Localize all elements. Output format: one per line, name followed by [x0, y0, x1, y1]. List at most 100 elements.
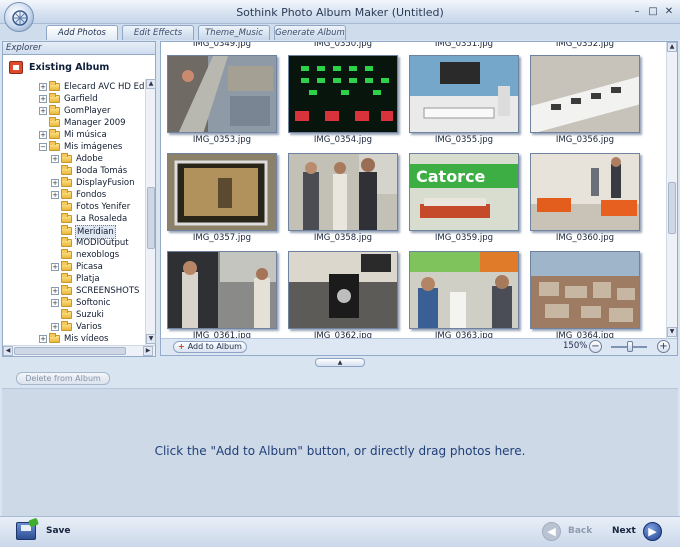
expander-icon[interactable]: + [39, 95, 47, 103]
tree-scroll-thumb[interactable] [147, 187, 155, 249]
zoom-in-icon[interactable]: + [657, 340, 670, 353]
folder-tree: + Elecard AVC HD Edito + Garfield + GomPlayer… [3, 79, 145, 345]
album-drop-area[interactable]: Click the "Add to Album" button, or dire… [2, 388, 678, 516]
close-icon[interactable]: ✕ [662, 5, 676, 18]
splitter-collapse-icon[interactable]: ▲ [315, 358, 365, 367]
expander-icon[interactable]: + [39, 107, 47, 115]
space-invaders-arcade-photo[interactable] [288, 55, 398, 133]
tree-node-label: MODIOutput [76, 238, 129, 248]
add-to-album-button[interactable]: + Add to Album [173, 341, 247, 353]
tree-node-label: Elecard AVC HD Edito [64, 82, 145, 92]
album-icon [9, 61, 23, 74]
folder-icon [49, 141, 60, 151]
tree-node-label: Boda Tomás [76, 166, 128, 176]
photo-label: IMG_0353.jpg [192, 135, 252, 145]
aerial-city-photo[interactable] [167, 55, 277, 133]
tree-node-label: Suzuki [76, 310, 104, 320]
tree-node-label: Mis imágenes [64, 142, 123, 152]
monitor-screen-photo[interactable] [167, 153, 277, 231]
photo-label: IMG_0356.jpg [555, 135, 615, 145]
expander-icon[interactable]: + [39, 335, 47, 343]
tree-node-label: SCREENSHOTS [76, 286, 140, 296]
scroll-down-icon[interactable]: ▼ [146, 334, 156, 344]
tree-node-label: Garfield [64, 94, 98, 104]
scroll-left-icon[interactable]: ◀ [3, 346, 13, 356]
folder-icon [49, 333, 60, 343]
folder-icon [49, 129, 60, 139]
back-arrow-icon[interactable]: ◀ [542, 522, 561, 541]
shelf-display-photo[interactable] [530, 55, 640, 133]
tree-node-label: DisplayFusion [76, 178, 135, 188]
expander-icon[interactable]: + [51, 155, 59, 163]
photo-label: IMG_0363.jpg [434, 331, 494, 338]
team-meeting-photo[interactable] [409, 251, 519, 329]
photo-toolbar: + Add to Album 150% − + [161, 338, 677, 355]
expander-icon[interactable]: − [39, 143, 47, 151]
save-icon[interactable] [16, 522, 36, 540]
existing-album-node[interactable]: Existing Album [7, 60, 153, 76]
app-logo-icon[interactable] [4, 2, 34, 32]
people-standing-photo[interactable] [288, 153, 398, 231]
folder-icon [61, 165, 72, 175]
tree-node-label: Mis vídeos [64, 334, 109, 344]
photo-label: IMG_0359.jpg [434, 233, 494, 243]
orange-sofa-lounge-photo[interactable] [530, 153, 640, 231]
existing-album-label: Existing Album [29, 62, 110, 73]
folder-icon [61, 201, 72, 211]
explorer-header: Explorer [3, 42, 155, 55]
tab-generate-album[interactable]: Generate Album [274, 25, 346, 40]
scroll-up-icon[interactable]: ▲ [146, 79, 156, 89]
back-button[interactable]: Back [568, 526, 592, 536]
grid-scroll-down-icon[interactable]: ▼ [667, 327, 677, 337]
expander-icon[interactable]: + [39, 83, 47, 91]
expander-icon[interactable]: + [51, 323, 59, 331]
photo-label: IMG_0352.jpg [555, 42, 615, 49]
tree-horizontal-scrollbar[interactable]: ◀ ▶ [3, 345, 155, 356]
photo-label: IMG_0351.jpg [434, 42, 494, 49]
next-button[interactable]: Next [612, 526, 636, 536]
bottom-bar: Save ◀ Back Next ▶ [0, 516, 680, 547]
folder-icon [61, 189, 72, 199]
expander-icon[interactable]: + [51, 263, 59, 271]
zoom-slider-handle[interactable] [627, 341, 633, 352]
tree-node-label: Adobe [76, 154, 103, 164]
tree-node-label: Picasa [76, 262, 103, 272]
tab-add-photos[interactable]: Add Photos [46, 25, 118, 40]
folder-icon [49, 93, 60, 103]
folder-icon [49, 105, 60, 115]
zoom-out-icon[interactable]: − [589, 340, 602, 353]
explorer-panel: Explorer Existing Album + Elecard AVC HD … [2, 41, 156, 357]
folder-icon [61, 273, 72, 283]
photo-label: IMG_0361.jpg [192, 331, 252, 338]
expander-icon[interactable]: + [51, 179, 59, 187]
rooftops-photo[interactable] [530, 251, 640, 329]
tree-vertical-scrollbar[interactable]: ▲ ▼ [145, 79, 156, 345]
next-arrow-icon[interactable]: ▶ [643, 522, 662, 541]
tab-edit-effects[interactable]: Edit Effects [122, 25, 194, 40]
minimize-icon[interactable]: – [630, 5, 644, 18]
lockers-people-photo[interactable] [167, 251, 277, 329]
expander-icon[interactable]: + [51, 299, 59, 307]
photo-grid-scrollbar[interactable]: ▲ ▼ [666, 42, 677, 338]
expander-icon[interactable]: + [39, 131, 47, 139]
plus-icon: + [178, 342, 185, 351]
delete-from-album-button[interactable]: Delete from Album [16, 372, 110, 385]
catorce-office-photo[interactable]: Catorce [409, 153, 519, 231]
grid-scroll-up-icon[interactable]: ▲ [667, 42, 677, 52]
expander-icon[interactable]: + [51, 287, 59, 295]
folder-icon [61, 285, 72, 295]
photo-label: IMG_0354.jpg [313, 135, 373, 145]
expander-icon[interactable]: + [51, 191, 59, 199]
white-desk-photo[interactable] [409, 55, 519, 133]
album-hint-text: Click the "Add to Album" button, or dire… [154, 444, 526, 458]
folder-icon [61, 249, 72, 259]
grid-scroll-thumb[interactable] [668, 182, 676, 234]
scroll-right-icon[interactable]: ▶ [143, 346, 153, 356]
tree-hscroll-thumb[interactable] [14, 347, 126, 355]
save-button[interactable]: Save [46, 526, 71, 536]
maximize-icon[interactable]: □ [646, 5, 660, 18]
folder-icon [61, 321, 72, 331]
photo-label: IMG_0355.jpg [434, 135, 494, 145]
tab-theme-music[interactable]: Theme_Music [198, 25, 270, 40]
coffee-machine-photo[interactable] [288, 251, 398, 329]
